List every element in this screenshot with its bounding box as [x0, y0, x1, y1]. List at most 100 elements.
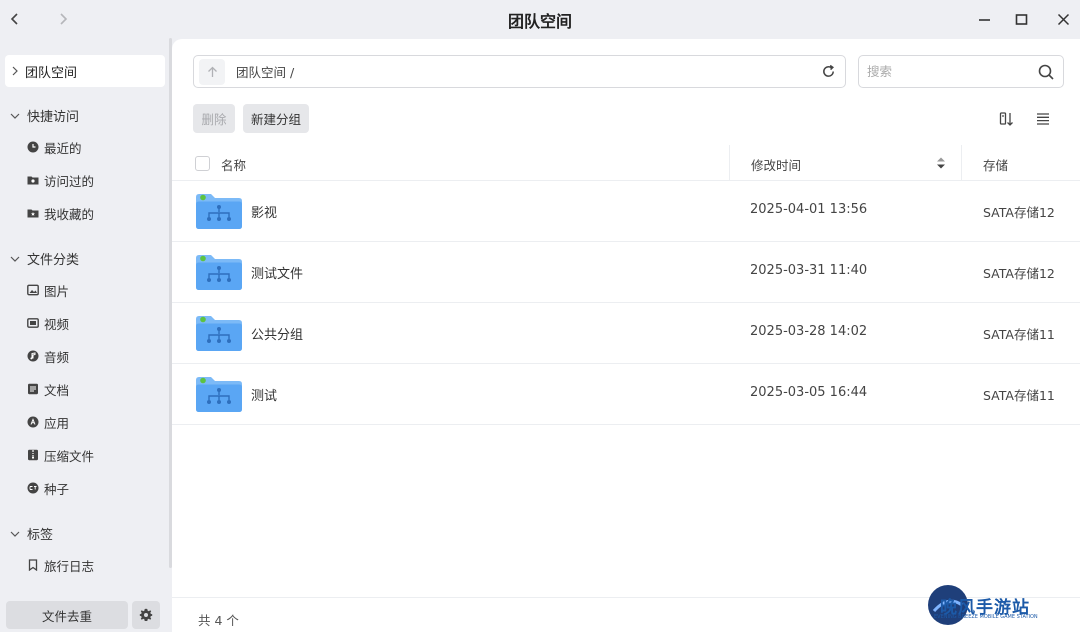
search-button[interactable] [1035, 61, 1057, 83]
maximize-icon [1015, 13, 1027, 25]
close-icon [1057, 13, 1069, 25]
sidebar-item-label: 我收藏的 [44, 206, 95, 222]
archive-icon [28, 449, 38, 461]
sidebar-item-images[interactable]: 图片 [27, 280, 69, 300]
sidebar-footer: 文件去重 [6, 601, 160, 629]
sidebar-item-favorites[interactable]: 我收藏的 [27, 203, 94, 223]
clock-icon [27, 141, 39, 153]
sidebar-item-documents[interactable]: 文档 [27, 379, 69, 399]
sidebar-item-label: 种子 [44, 481, 70, 497]
sidebar-item-label: 访问过的 [44, 173, 95, 189]
sidebar-group-label: 快捷访问 [27, 110, 80, 125]
sidebar-item-label: 文档 [44, 382, 70, 398]
watermark-subtitle: EVENING BREEZE MOBILE GAME STATION [934, 614, 1038, 620]
sidebar-item-tag-travel-log[interactable]: 旅行日志 [27, 555, 94, 575]
chevron-down-icon [10, 531, 20, 537]
folder-name[interactable]: 公共分组 [251, 324, 303, 343]
sidebar-item-apps[interactable]: 应用 [27, 412, 69, 432]
sidebar-item-videos[interactable]: 视频 [27, 313, 69, 333]
bookmark-icon [28, 559, 38, 571]
maximize-button[interactable] [1009, 8, 1033, 30]
refresh-button[interactable] [817, 61, 839, 83]
breadcrumb[interactable]: 团队空间 / [236, 62, 817, 81]
team-folder-icon [196, 255, 242, 290]
refresh-icon [822, 64, 834, 77]
folder-name[interactable]: 测试文件 [251, 263, 303, 282]
image-icon [27, 284, 39, 296]
table-header: 名称 修改时间 存储 [172, 145, 1080, 181]
folder-name[interactable]: 影视 [251, 202, 277, 221]
storage-location: SATA存储12 [983, 266, 1055, 281]
sidebar-item-torrents[interactable]: 种子 [27, 478, 69, 498]
sidebar-item-label: 团队空间 [25, 65, 78, 81]
path-bar: 团队空间 / [193, 55, 846, 88]
sidebar-item-label: 图片 [44, 283, 70, 299]
chevron-down-icon [10, 113, 20, 119]
chevron-down-icon [10, 256, 20, 262]
main-panel: 团队空间 / 删除 新建分组 名称 修改时间 存储 影视 2025-04-01 1… [172, 39, 1080, 632]
watermark: 晚风手游站 EVENING BREEZE MOBILE GAME STATION [926, 583, 1050, 629]
sidebar-item-audio[interactable]: 音频 [27, 346, 69, 366]
app-icon [27, 416, 39, 428]
sidebar-item-label: 压缩文件 [44, 448, 95, 464]
column-divider[interactable] [729, 145, 730, 181]
item-count: 共 4 个 [198, 613, 239, 628]
column-header-name[interactable]: 名称 [221, 155, 246, 174]
team-folder-icon [196, 377, 242, 412]
arrow-up-icon [207, 66, 217, 77]
sidebar-item-team-space[interactable]: 团队空间 [5, 55, 165, 87]
minimize-icon [978, 18, 990, 21]
sidebar-item-label: 音频 [44, 349, 70, 365]
file-dedupe-button[interactable]: 文件去重 [6, 601, 128, 629]
column-header-storage[interactable]: 存储 [983, 155, 1008, 174]
folder-eye-icon [27, 176, 39, 185]
list-view-button[interactable] [1034, 110, 1052, 128]
close-button[interactable] [1051, 8, 1075, 30]
settings-button[interactable] [132, 601, 160, 629]
storage-location: SATA存储11 [983, 327, 1055, 342]
sort-icon [999, 112, 1013, 126]
storage-location: SATA存储11 [983, 388, 1055, 403]
column-header-modified[interactable]: 修改时间 [751, 155, 801, 174]
storage-location: SATA存储12 [983, 205, 1055, 220]
video-icon [27, 318, 39, 328]
go-up-button[interactable] [199, 58, 225, 85]
sort-toggle-icon[interactable] [936, 156, 946, 170]
table-row[interactable]: 影视 2025-04-01 13:56 SATA存储12 [172, 181, 1080, 242]
search-input[interactable] [867, 64, 1035, 79]
title-bar: 团队空间 [0, 0, 1080, 38]
folder-star-icon [27, 209, 39, 218]
column-divider[interactable] [961, 145, 962, 181]
sidebar-item-archives[interactable]: 压缩文件 [27, 445, 94, 465]
table-row[interactable]: 测试 2025-03-05 16:44 SATA存储11 [172, 364, 1080, 425]
modified-time: 2025-03-31 11:40 [750, 263, 868, 278]
sidebar-group-label: 标签 [27, 528, 54, 543]
document-icon [28, 383, 38, 395]
sort-order-button[interactable] [998, 110, 1016, 128]
sidebar-group-tags[interactable]: 标签 [10, 524, 53, 543]
modified-time: 2025-03-05 16:44 [750, 385, 868, 400]
modified-time: 2025-03-28 14:02 [750, 324, 868, 339]
sidebar-group-file-categories[interactable]: 文件分类 [10, 249, 79, 268]
search-icon [1038, 64, 1054, 80]
table-row[interactable]: 测试文件 2025-03-31 11:40 SATA存储12 [172, 242, 1080, 303]
folder-name[interactable]: 测试 [251, 385, 277, 404]
sidebar-item-label: 旅行日志 [44, 558, 95, 574]
sidebar-item-visited[interactable]: 访问过的 [27, 170, 94, 190]
sidebar-nav: 团队空间 快捷访问 最近的 访问过的 我收藏的 文件分类 图片 视频 音频 文档… [0, 38, 168, 588]
team-folder-icon [196, 316, 242, 351]
sidebar-item-label: 最近的 [44, 140, 82, 156]
search-box [858, 55, 1064, 88]
delete-button[interactable]: 删除 [193, 104, 235, 133]
new-group-button[interactable]: 新建分组 [243, 104, 309, 133]
select-all-checkbox[interactable] [195, 156, 210, 171]
sidebar-item-recent[interactable]: 最近的 [27, 137, 82, 157]
sidebar-group-quick-access[interactable]: 快捷访问 [10, 106, 79, 125]
table-row[interactable]: 公共分组 2025-03-28 14:02 SATA存储11 [172, 303, 1080, 364]
list-view-icon [1037, 113, 1049, 125]
music-icon [27, 350, 39, 362]
minimize-button[interactable] [972, 8, 996, 30]
chevron-right-icon [12, 66, 18, 76]
sidebar: 团队空间 快捷访问 最近的 访问过的 我收藏的 文件分类 图片 视频 音频 文档… [0, 38, 172, 632]
gear-icon [139, 608, 153, 621]
